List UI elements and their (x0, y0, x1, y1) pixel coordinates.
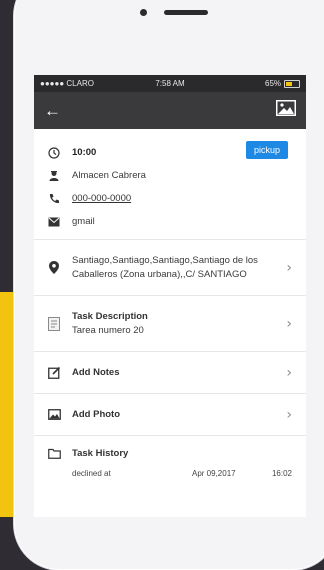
image-icon (46, 409, 62, 420)
contact-email-row: gmail (46, 210, 294, 233)
history-date: Apr 09,2017 (192, 469, 236, 478)
contact-section: pickup 10:00 Almacen Cabrera 000-000-000… (34, 129, 306, 240)
image-icon[interactable] (276, 100, 296, 121)
earpiece-speaker (164, 10, 208, 15)
battery-icon (284, 79, 301, 88)
chevron-right-icon: › (286, 406, 292, 423)
edit-icon (46, 366, 62, 379)
contact-phone-row: 000-000-0000 (46, 187, 294, 210)
task-history-section: Task History declined at Apr 09,2017 16:… (34, 436, 306, 478)
document-icon (46, 316, 62, 331)
status-bar: ●●●●● CLARO 7:58 AM 65% (34, 75, 306, 92)
contact-phone-link[interactable]: 000-000-0000 (72, 193, 131, 204)
task-description-row[interactable]: Task Description Tarea numero 20 › (34, 296, 306, 352)
mail-icon (46, 216, 62, 228)
contact-name-row: Almacen Cabrera (46, 164, 294, 187)
address-row[interactable]: Santiago,Santiago,Santiago,Santiago de l… (34, 240, 306, 296)
history-status: declined at (72, 469, 111, 478)
app-screen: ●●●●● CLARO 7:58 AM 65% ← pickup 10:00 A… (34, 75, 306, 517)
battery-percent: 65% (265, 79, 282, 88)
add-notes-row[interactable]: Add Notes › (34, 352, 306, 394)
arrow-left-icon[interactable]: ← (44, 102, 61, 119)
front-camera (140, 9, 147, 16)
chevron-right-icon: › (286, 364, 292, 381)
contact-email[interactable]: gmail (72, 216, 95, 227)
clock-icon (46, 146, 62, 159)
task-history-title: Task History (72, 448, 129, 459)
map-pin-icon (46, 261, 62, 274)
chevron-right-icon: › (286, 259, 292, 276)
task-description-value: Tarea numero 20 (72, 324, 144, 336)
history-time: 16:02 (271, 469, 292, 478)
carrier-label: ●●●●● CLARO (40, 79, 94, 88)
status-time: 7:58 AM (155, 79, 185, 88)
history-row: declined at Apr 09,2017 16:02 (46, 469, 292, 478)
chevron-right-icon: › (286, 315, 292, 332)
phone-icon (46, 193, 62, 205)
folder-icon (46, 448, 62, 459)
add-photo-row[interactable]: Add Photo › (34, 394, 306, 436)
add-notes-label: Add Notes (72, 366, 120, 378)
contact-name: Almacen Cabrera (72, 170, 146, 181)
person-icon (46, 170, 62, 182)
status-right: 65% (213, 79, 301, 88)
task-description-title: Task Description (72, 310, 148, 322)
address-text: Santiago,Santiago,Santiago,Santiago de l… (72, 254, 258, 280)
add-photo-label: Add Photo (72, 408, 121, 420)
top-navbar: ← (34, 92, 306, 129)
pickup-badge[interactable]: pickup (245, 141, 288, 159)
contact-time: 10:00 (72, 147, 97, 158)
